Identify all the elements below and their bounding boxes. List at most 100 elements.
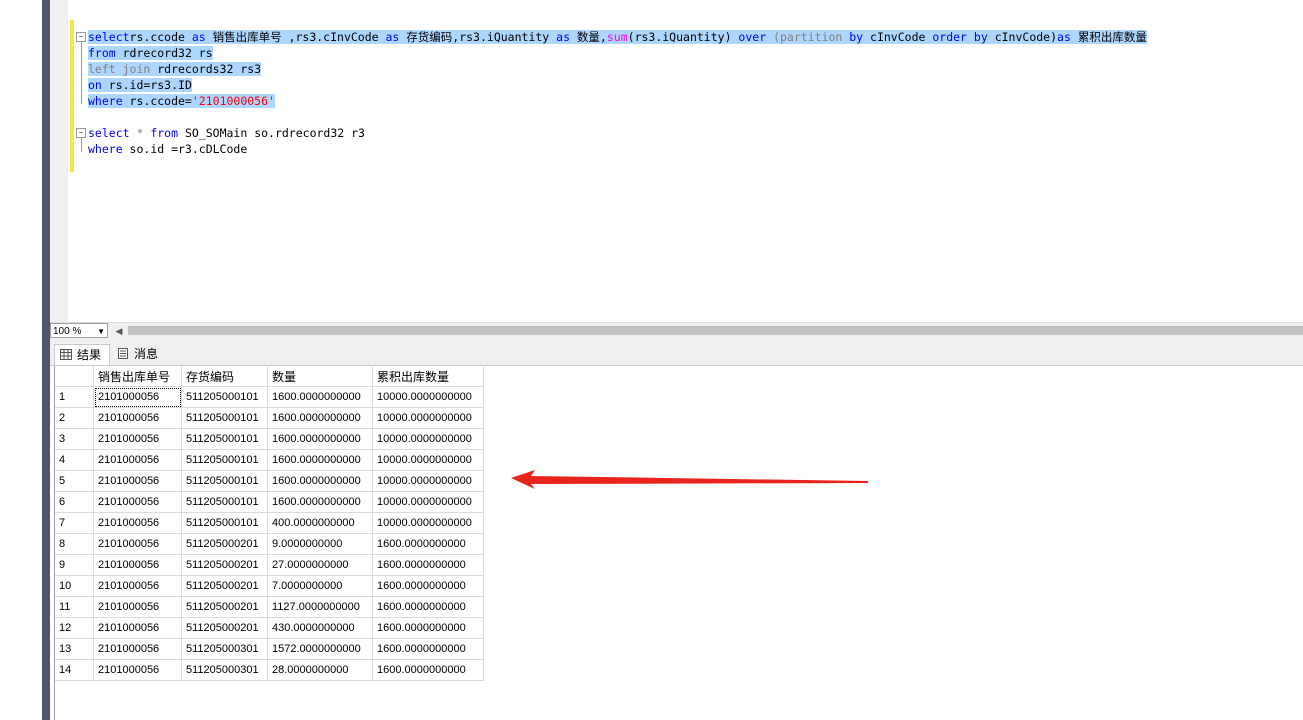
grid-cell[interactable]: 2101000056 [93,533,182,555]
grid-cell[interactable]: 430.0000000000 [267,617,373,639]
row-number-cell[interactable]: 13 [55,638,94,660]
row-number-cell[interactable]: 6 [55,491,94,513]
grid-cell[interactable]: 1600.0000000000 [372,659,484,681]
row-number-cell[interactable]: 5 [55,470,94,492]
grid-cell[interactable]: 511205000101 [181,512,268,534]
grid-cell[interactable]: 511205000101 [181,491,268,513]
table-row[interactable]: 5 2101000056 511205000101 1600.0000000000 10… [55,470,484,492]
grid-cell[interactable]: 2101000056 [93,428,182,450]
grid-cell[interactable]: 1600.0000000000 [372,617,484,639]
grid-cell[interactable]: 10000.0000000000 [372,407,484,429]
grid-cell[interactable]: 1600.0000000000 [372,575,484,597]
table-row[interactable]: 10 2101000056 511205000201 7.0000000000 1600… [55,575,484,597]
row-number-cell[interactable]: 4 [55,449,94,471]
table-row[interactable]: 2 2101000056 511205000101 1600.0000000000 10… [55,407,484,429]
column-header-ccode[interactable]: 销售出库单号 [93,366,182,387]
grid-cell[interactable]: 10000.0000000000 [372,512,484,534]
table-row[interactable]: 11 2101000056 511205000201 1127.0000000000 1… [55,596,484,618]
grid-cell[interactable]: 511205000101 [181,470,268,492]
tab-messages[interactable]: 消息 [112,344,168,364]
grid-cell[interactable]: 1600.0000000000 [267,407,373,429]
grid-cell[interactable]: 2101000056 [93,407,182,429]
table-row[interactable]: 3 2101000056 511205000101 1600.0000000000 10… [55,428,484,450]
grid-cell[interactable]: 1600.0000000000 [267,449,373,471]
grid-cell[interactable]: 511205000101 [181,386,268,408]
table-row[interactable]: 6 2101000056 511205000101 1600.0000000000 10… [55,491,484,513]
grid-cell[interactable]: 2101000056 [93,449,182,471]
grid-cell[interactable]: 1127.0000000000 [267,596,373,618]
results-grid[interactable]: 销售出库单号 存货编码 数量 累积出库数量 1 2101000056 5112050… [55,366,484,681]
table-row[interactable]: 13 2101000056 511205000301 1572.0000000000 1… [55,638,484,660]
grid-cell[interactable]: 1600.0000000000 [372,638,484,660]
tab-results[interactable]: 结果 [54,344,110,365]
grid-cell[interactable]: 10000.0000000000 [372,449,484,471]
row-number-cell[interactable]: 11 [55,596,94,618]
grid-cell[interactable]: 2101000056 [93,617,182,639]
row-number-cell[interactable]: 1 [55,386,94,408]
code-line[interactable]: select * from SO_SOMain so.rdrecord32 r3 [88,125,365,141]
row-number-cell[interactable]: 10 [55,575,94,597]
code-line[interactable]: where so.id =r3.cDLCode [88,141,247,157]
grid-cell[interactable]: 511205000301 [181,638,268,660]
grid-cell[interactable]: 2101000056 [93,659,182,681]
zoom-dropdown[interactable]: 100 % ▼ [50,323,108,338]
table-row[interactable]: 8 2101000056 511205000201 9.0000000000 1600.… [55,533,484,555]
grid-cell[interactable]: 28.0000000000 [267,659,373,681]
grid-cell[interactable]: 511205000101 [181,428,268,450]
code-line[interactable]: on rs.id=rs3.ID [88,77,192,93]
row-number-cell[interactable]: 9 [55,554,94,576]
column-header-cumulative[interactable]: 累积出库数量 [372,366,484,387]
grid-cell[interactable]: 400.0000000000 [267,512,373,534]
grid-cell[interactable]: 2101000056 [93,491,182,513]
grid-cell[interactable]: 7.0000000000 [267,575,373,597]
grid-cell[interactable]: 511205000201 [181,554,268,576]
grid-cell[interactable]: 1572.0000000000 [267,638,373,660]
grid-cell[interactable]: 10000.0000000000 [372,386,484,408]
grid-cell[interactable]: 511205000201 [181,575,268,597]
row-number-cell[interactable]: 12 [55,617,94,639]
table-row[interactable]: 12 2101000056 511205000201 430.0000000000 16… [55,617,484,639]
left-splitter[interactable] [42,0,50,720]
row-number-cell[interactable]: 14 [55,659,94,681]
grid-cell[interactable]: 10000.0000000000 [372,428,484,450]
table-row[interactable]: 4 2101000056 511205000101 1600.0000000000 10… [55,449,484,471]
table-row[interactable]: 14 2101000056 511205000301 28.0000000000 160… [55,659,484,681]
grid-cell[interactable]: 10000.0000000000 [372,491,484,513]
grid-cell[interactable]: 1600.0000000000 [372,533,484,555]
column-header-cinvcode[interactable]: 存货编码 [181,366,268,387]
grid-cell[interactable]: 511205000101 [181,449,268,471]
row-number-cell[interactable]: 8 [55,533,94,555]
grid-cell[interactable]: 1600.0000000000 [267,428,373,450]
grid-cell[interactable]: 2101000056 [93,386,182,408]
column-header-quantity[interactable]: 数量 [267,366,373,387]
fold-collapse-icon[interactable]: − [76,128,86,138]
grid-cell[interactable]: 1600.0000000000 [372,554,484,576]
grid-cell[interactable]: 2101000056 [93,596,182,618]
grid-cell[interactable]: 2101000056 [93,470,182,492]
grid-cell[interactable]: 1600.0000000000 [267,470,373,492]
grid-cell[interactable]: 1600.0000000000 [372,596,484,618]
code-line[interactable]: selectrs.ccode as 销售出库单号 ,rs3.cInvCode a… [88,29,1147,45]
row-number-cell[interactable]: 3 [55,428,94,450]
table-row[interactable]: 7 2101000056 511205000101 400.0000000000 100… [55,512,484,534]
code-line[interactable]: from rdrecord32 rs [88,45,213,61]
query-editor[interactable]: − − selectrs.ccode as 销售出库单号 ,rs3.cInvCo… [50,0,1303,322]
grid-cell[interactable]: 1600.0000000000 [267,386,373,408]
grid-cell[interactable]: 511205000201 [181,596,268,618]
grid-cell[interactable]: 511205000101 [181,407,268,429]
code-line[interactable]: where rs.ccode='2101000056' [88,93,275,109]
grid-cell[interactable]: 2101000056 [93,554,182,576]
grid-cell[interactable]: 2101000056 [93,638,182,660]
table-row[interactable]: 1 2101000056 511205000101 1600.0000000000 10… [55,386,484,408]
grid-cell[interactable]: 511205000201 [181,617,268,639]
grid-cell[interactable]: 511205000201 [181,533,268,555]
grid-cell[interactable]: 9.0000000000 [267,533,373,555]
table-row[interactable]: 9 2101000056 511205000201 27.0000000000 1600… [55,554,484,576]
grid-cell[interactable]: 27.0000000000 [267,554,373,576]
horizontal-scrollbar-thumb[interactable] [128,326,1303,335]
row-number-cell[interactable]: 2 [55,407,94,429]
scroll-left-icon[interactable]: ◀ [114,325,124,337]
row-number-header[interactable] [55,366,94,387]
grid-cell[interactable]: 1600.0000000000 [267,491,373,513]
grid-cell[interactable]: 511205000301 [181,659,268,681]
